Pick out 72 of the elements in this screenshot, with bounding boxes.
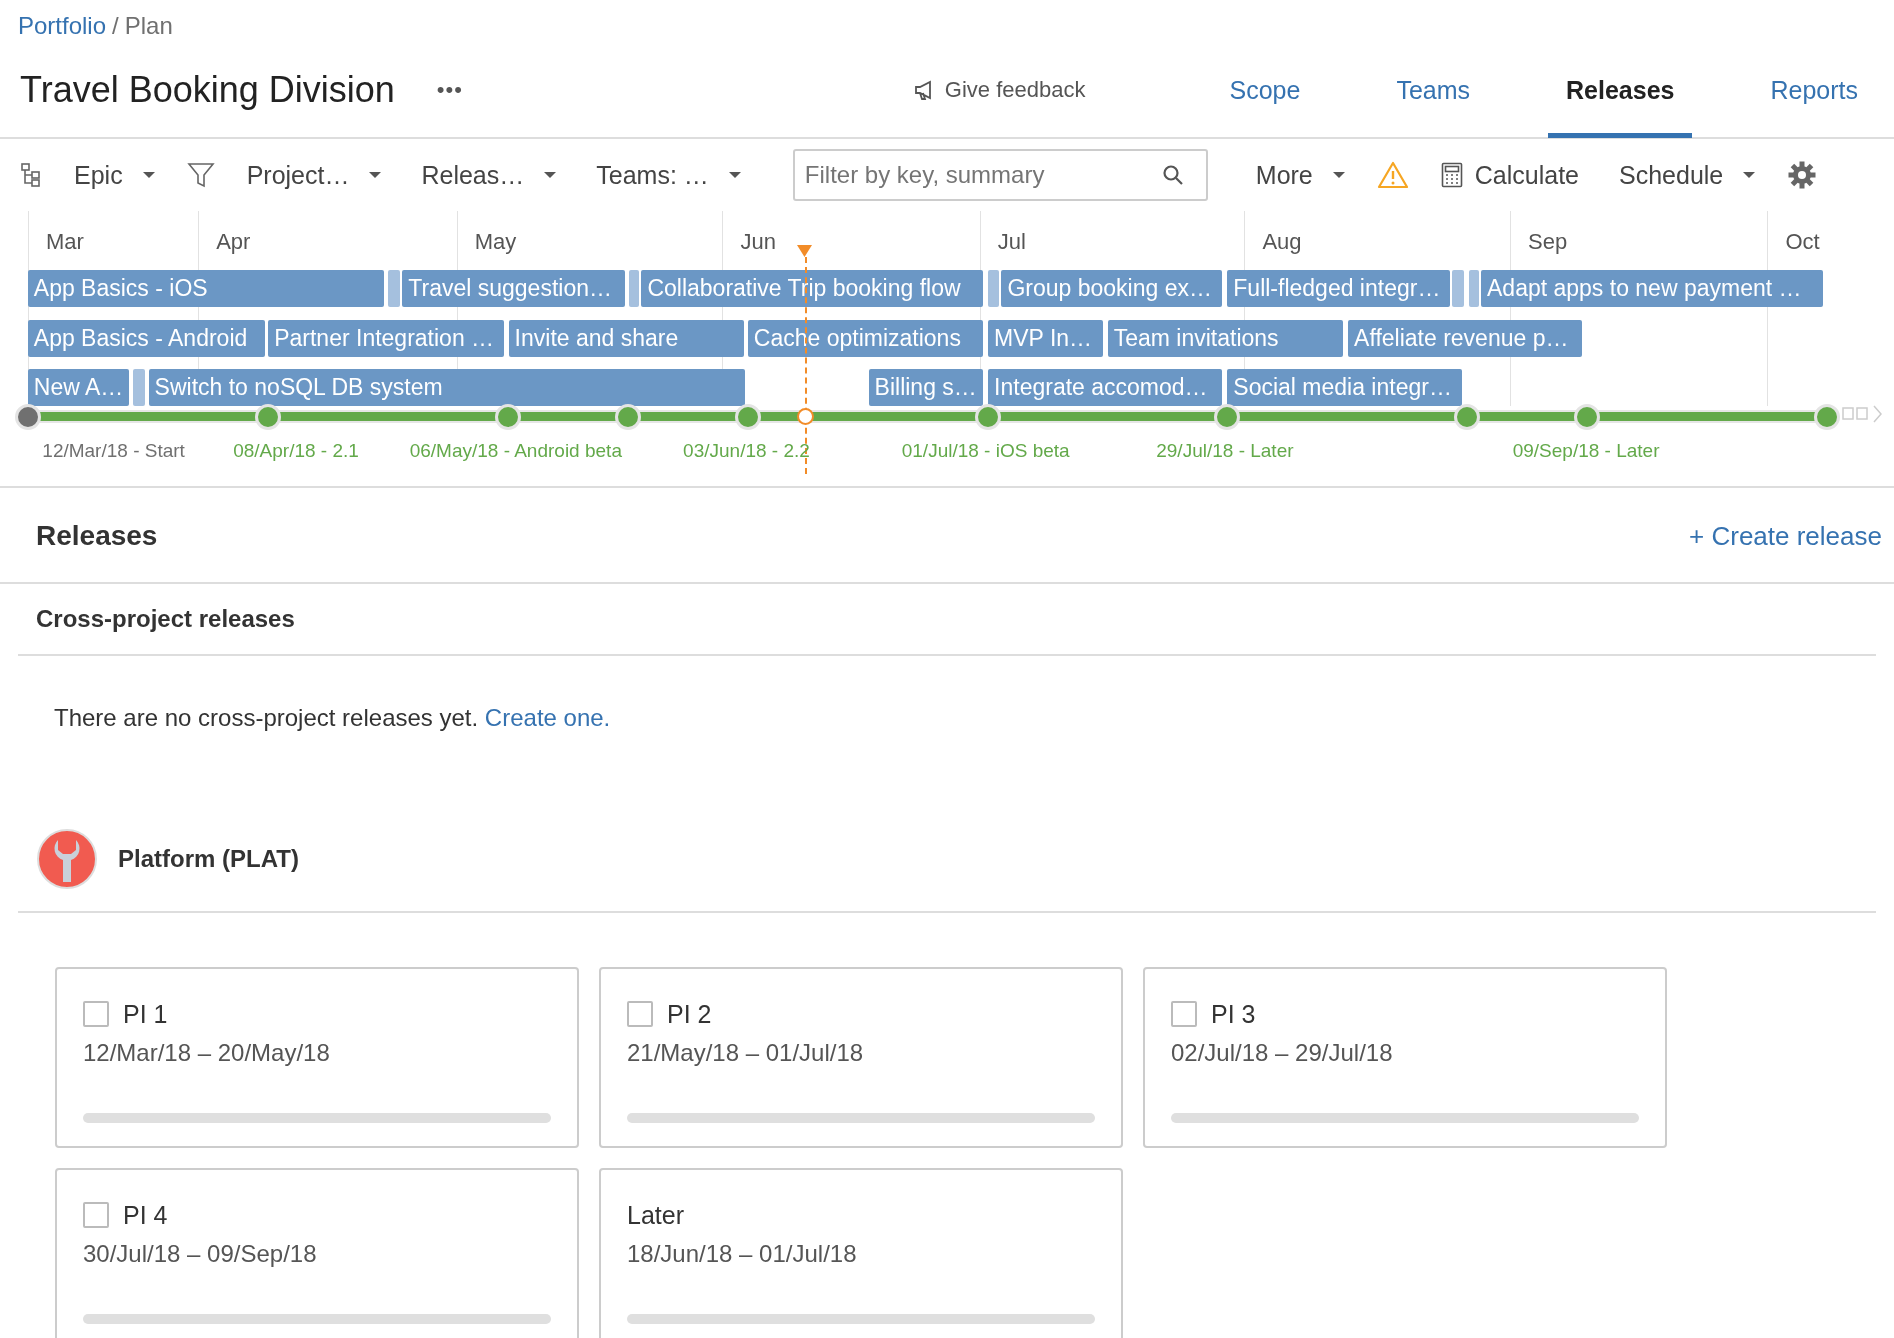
more-actions-button[interactable]: ••• [432,76,467,103]
month-label: Oct [1785,229,1820,255]
release-title: PI 4 [123,1200,168,1230]
filter-dropdown[interactable]: Releas… [413,156,565,194]
epic-bar[interactable]: Travel suggestion… [402,270,625,308]
release-title: PI 2 [667,999,712,1029]
milestone-label: 03/Jun/18 - 2.2 [683,440,810,462]
nav-tab[interactable]: Scope [1211,43,1319,138]
epic-bar[interactable]: Invite and share [508,319,745,357]
release-card[interactable]: PI 2 21/May/18 – 01/Jul/18 [599,967,1123,1148]
release-card[interactable]: PI 1 12/Mar/18 – 20/May/18 [55,967,579,1148]
epic-bar[interactable]: Collaborative Trip booking flow [641,270,984,308]
epic-bar[interactable]: Integrate accomod… [988,369,1223,407]
page-title: Travel Booking Division [20,68,395,111]
month-label: Jun [740,229,776,255]
breadcrumb-link[interactable]: Portfolio [18,12,107,42]
epic-bar[interactable]: Switch to noSQL DB system [148,369,746,407]
create-release-link[interactable]: + Create release [1689,520,1882,552]
milestone-label: 08/Apr/18 - 2.1 [233,440,359,462]
milestone-label: 12/Mar/18 - Start [42,440,185,462]
release-dates: 02/Jul/18 – 29/Jul/18 [1171,1039,1394,1067]
epic-bar[interactable]: New A… [27,369,130,407]
epic-bar[interactable]: App Basics - iOS [27,270,385,308]
create-one-link[interactable]: Create one. [484,704,611,731]
epic-bar[interactable]: Partner Integration … [268,319,504,357]
project-name: Platform (PLAT) [118,844,299,873]
epic-bar[interactable]: Social media integr… [1227,369,1462,407]
nav-tab[interactable]: Teams [1378,43,1488,138]
month-label: May [474,229,517,255]
search-field[interactable]: Filter by key, summary [792,149,1208,201]
calculate-button[interactable]: Calculate [1432,156,1587,194]
release-card[interactable]: Later 18/Jun/18 – 01/Jul/18 [599,1168,1123,1338]
release-dates: 21/May/18 – 01/Jul/18 [627,1039,865,1067]
epic-bar[interactable]: Group booking ex… [1001,270,1223,308]
breadcrumb-separator: / [112,12,119,41]
release-dates: 30/Jul/18 – 09/Sep/18 [83,1240,318,1268]
month-label: Sep [1528,229,1568,255]
hierarchy-dropdown[interactable]: Epic [66,156,163,194]
filter-dropdown[interactable]: Teams: … [588,156,749,194]
give-feedback-button[interactable]: Give feedback [906,75,1092,104]
release-dates: 18/Jun/18 – 01/Jul/18 [627,1240,858,1268]
section-heading: Releases [36,520,158,552]
epic-bar[interactable]: Billing s… [868,369,984,407]
epic-bar[interactable]: App Basics - Android [27,319,265,357]
schedule-dropdown[interactable]: Schedule [1611,156,1764,194]
release-title: PI 3 [1211,999,1256,1029]
epic-bar[interactable]: MVP In… [988,319,1103,357]
milestone-label: 06/May/18 - Android beta [409,440,622,462]
release-title: PI 1 [123,999,168,1029]
release-title: Later [627,1200,684,1230]
epic-bar[interactable]: Team invitations [1107,319,1344,357]
milestone-label: 09/Sep/18 - Later [1512,440,1660,462]
month-label: Apr [216,229,251,255]
filter-dropdown[interactable]: Project… [238,156,390,194]
nav-tab[interactable]: Reports [1752,43,1876,138]
epic-bar[interactable]: Affeliate revenue p… [1348,319,1583,357]
epic-bar[interactable]: Full-fledged integr… [1227,270,1450,308]
epic-bar[interactable]: Adapt apps to new payment … [1481,270,1823,308]
empty-state-text: There are no cross-project releases yet. Create one. [53,703,612,733]
month-label: Aug [1262,229,1302,255]
epic-bar[interactable]: Cache optimizations [747,319,984,357]
more-dropdown[interactable]: More [1247,156,1353,194]
subsection-heading: Cross-project releases [36,605,295,633]
release-card[interactable]: PI 4 30/Jul/18 – 09/Sep/18 [55,1168,579,1338]
milestone-label: 01/Jul/18 - iOS beta [901,440,1070,462]
release-dates: 12/Mar/18 – 20/May/18 [83,1039,331,1067]
milestone-label: 29/Jul/18 - Later [1156,440,1294,462]
nav-tab[interactable]: Releases [1548,43,1693,138]
month-label: Jul [997,229,1026,255]
breadcrumb-current: Plan [124,12,173,41]
month-label: Mar [45,229,84,255]
release-card[interactable]: PI 3 02/Jul/18 – 29/Jul/18 [1143,967,1667,1148]
